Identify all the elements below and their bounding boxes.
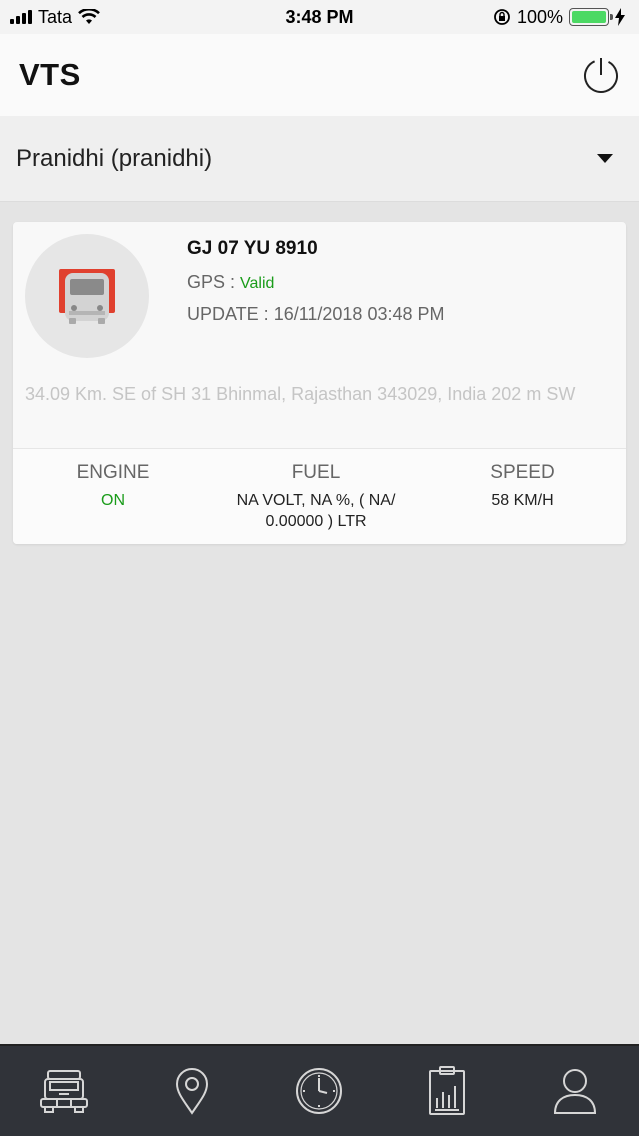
fuel-label: FUEL — [291, 462, 341, 483]
tab-map[interactable] — [152, 1056, 232, 1126]
gps-status: Valid — [240, 275, 275, 292]
update-line: UPDATE : 16/11/2018 03:48 PM — [187, 304, 445, 325]
speed-stat: SPEED 58 KM/H — [419, 449, 626, 544]
orientation-lock-icon — [494, 9, 510, 25]
vehicle-avatar — [25, 234, 149, 358]
fuel-value: NA VOLT, NA %, ( NA/ 0.00000 ) LTR — [236, 492, 396, 530]
speed-label: SPEED — [490, 462, 555, 483]
user-icon — [554, 1069, 597, 1114]
truck-icon — [39, 1070, 88, 1113]
power-icon[interactable] — [582, 56, 620, 94]
tab-vehicles[interactable] — [24, 1056, 104, 1126]
status-right: 100% — [493, 7, 625, 28]
app-header: VTS — [0, 34, 639, 116]
account-dropdown-value: Pranidhi (pranidhi) — [16, 144, 213, 172]
gps-label: GPS : — [187, 272, 241, 292]
status-bar: Tata 3:48 PM 100% — [0, 0, 639, 34]
fuel-stat: FUEL NA VOLT, NA %, ( NA/ 0.00000 ) LTR — [213, 449, 419, 544]
tab-history[interactable] — [279, 1056, 359, 1126]
vehicle-card[interactable]: GJ 07 YU 8910 GPS : Valid UPDATE : 16/11… — [13, 222, 626, 544]
tab-profile[interactable] — [535, 1056, 615, 1126]
location-pin-icon — [175, 1068, 208, 1115]
tab-reports[interactable] — [407, 1056, 487, 1126]
vehicle-plate: GJ 07 YU 8910 — [187, 238, 318, 259]
update-label: UPDATE : — [187, 304, 274, 324]
engine-value: ON — [101, 492, 125, 509]
gps-line: GPS : Valid — [187, 272, 445, 293]
signal-icon — [10, 10, 32, 24]
engine-stat: ENGINE ON — [13, 449, 213, 544]
wifi-icon — [78, 9, 100, 24]
vehicle-stats: ENGINE ON FUEL NA VOLT, NA %, ( NA/ 0.00… — [13, 448, 626, 544]
engine-label: ENGINE — [76, 462, 150, 483]
vehicle-info: GJ 07 YU 8910 GPS : Valid UPDATE : 16/11… — [187, 238, 445, 325]
bus-icon — [59, 269, 115, 324]
speed-value: 58 KM/H — [491, 492, 554, 509]
report-icon — [429, 1066, 466, 1115]
update-time: 16/11/2018 03:48 PM — [273, 304, 445, 324]
status-left: Tata — [10, 7, 100, 28]
battery-icon — [569, 8, 613, 26]
charging-icon — [615, 8, 625, 26]
carrier-name: Tata — [38, 6, 73, 27]
battery-percent: 100% — [516, 6, 563, 27]
caret-down-icon — [597, 154, 613, 163]
vehicle-address: 34.09 Km. SE of SH 31 Bhinmal, Rajasthan… — [25, 384, 576, 404]
account-dropdown[interactable]: Pranidhi (pranidhi) — [0, 116, 639, 202]
bottom-tab-bar — [0, 1044, 639, 1136]
app-title: VTS — [19, 57, 81, 92]
clock-icon — [296, 1068, 343, 1114]
